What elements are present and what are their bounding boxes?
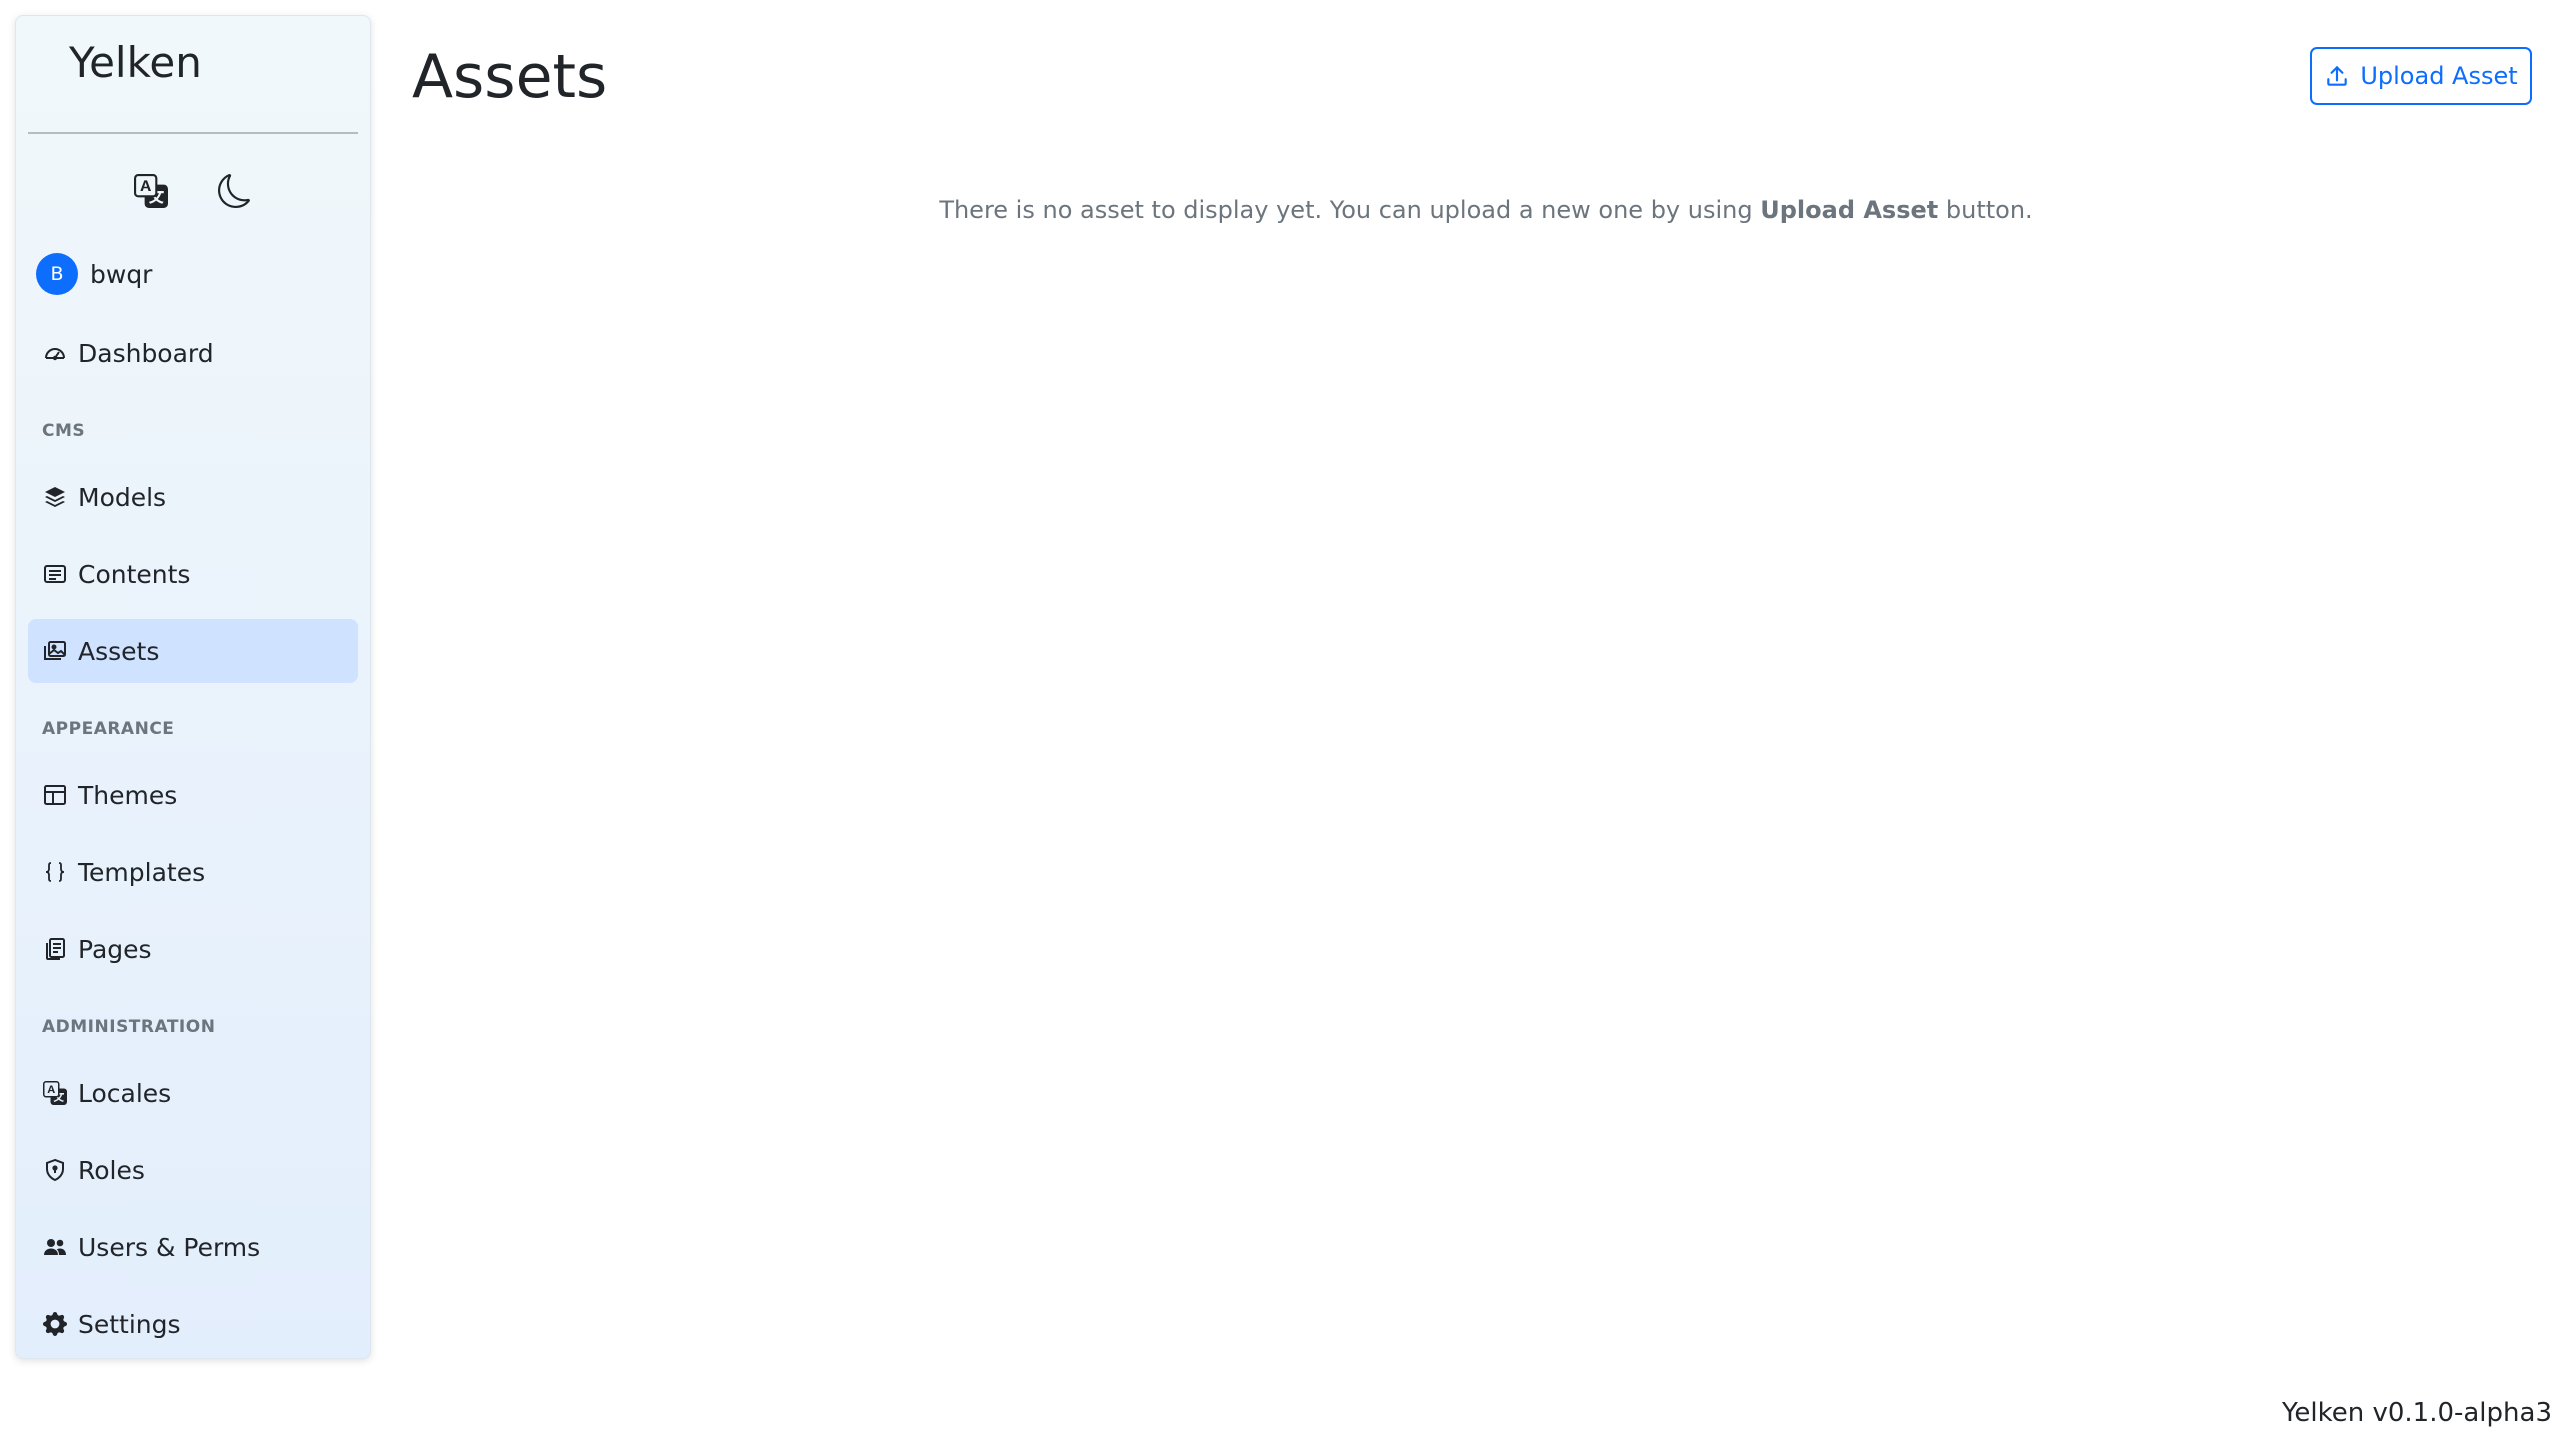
sidebar-item-label: Pages [78, 934, 152, 964]
gear-icon [42, 1311, 68, 1337]
images-icon [42, 638, 68, 664]
sidebar-item-label: Themes [78, 780, 178, 810]
page-title: Assets [412, 42, 608, 112]
section-heading-cms: CMS [42, 421, 86, 441]
theme-toggle-button[interactable] [212, 170, 258, 216]
empty-message-tail: button. [1938, 196, 2033, 224]
sidebar-item-roles[interactable]: Roles [28, 1138, 358, 1202]
sidebar-item-dashboard[interactable]: Dashboard [28, 321, 358, 385]
sidebar-item-label: Roles [78, 1155, 145, 1185]
sidebar-item-templates[interactable]: Templates [28, 840, 358, 904]
empty-message-text: There is no asset to display yet. You ca… [939, 196, 1761, 224]
upload-icon [2327, 66, 2348, 86]
sidebar: Yelken B bwqr Dashboard CMS Models Conte… [15, 15, 371, 1359]
language-switch-button[interactable] [128, 170, 174, 216]
avatar: B [36, 253, 78, 295]
moon-icon [218, 174, 252, 212]
upload-asset-label: Upload Asset [2360, 62, 2518, 90]
sidebar-item-label: Models [78, 482, 167, 512]
sidebar-item-label: Dashboard [78, 338, 214, 368]
brand-divider [28, 132, 358, 134]
translate-icon [42, 1080, 68, 1106]
sidebar-item-label: Settings [78, 1309, 181, 1339]
sidebar-item-label: Users & Perms [78, 1232, 261, 1262]
section-heading-appearance: APPEARANCE [42, 719, 175, 739]
translate-icon [134, 174, 168, 212]
sidebar-item-label: Contents [78, 559, 191, 589]
upload-asset-button[interactable]: Upload Asset [2310, 47, 2532, 105]
sidebar-item-pages[interactable]: Pages [28, 917, 358, 981]
sidebar-item-locales[interactable]: Locales [28, 1061, 358, 1125]
layout-icon [42, 782, 68, 808]
shield-icon [42, 1157, 68, 1183]
empty-message-emphasis: Upload Asset [1760, 196, 1939, 224]
stack-icon [42, 484, 68, 510]
sidebar-item-themes[interactable]: Themes [28, 763, 358, 827]
empty-state-message: There is no asset to display yet. You ca… [412, 196, 2560, 224]
user-name: bwqr [90, 259, 153, 289]
card-text-icon [42, 561, 68, 587]
user-menu[interactable]: B bwqr [36, 252, 152, 296]
brand-title: Yelken [69, 38, 202, 87]
sidebar-item-users-perms[interactable]: Users & Perms [28, 1215, 358, 1279]
sidebar-item-contents[interactable]: Contents [28, 542, 358, 606]
section-heading-administration: ADMINISTRATION [42, 1017, 216, 1037]
sidebar-item-label: Assets [78, 636, 160, 666]
speedometer-icon [42, 340, 68, 366]
sidebar-item-label: Templates [78, 857, 206, 887]
version-label: Yelken v0.1.0-alpha3 [2281, 1398, 2552, 1428]
people-icon [42, 1234, 68, 1260]
files-icon [42, 936, 68, 962]
sidebar-item-assets[interactable]: Assets [28, 619, 358, 683]
sidebar-item-settings[interactable]: Settings [28, 1292, 358, 1356]
braces-icon [42, 859, 68, 885]
sidebar-item-label: Locales [78, 1078, 172, 1108]
sidebar-item-models[interactable]: Models [28, 465, 358, 529]
